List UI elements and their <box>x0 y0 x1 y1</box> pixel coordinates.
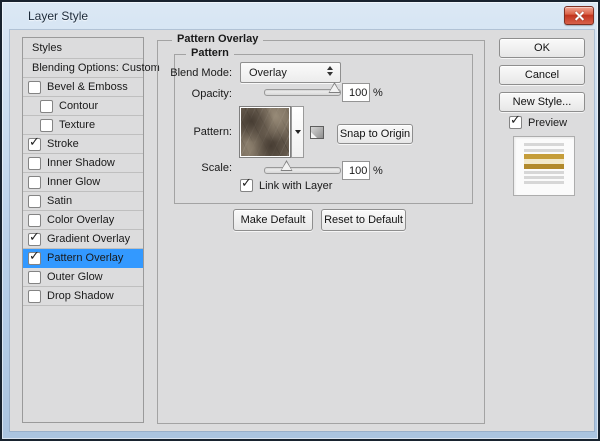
effect-label: Bevel & Emboss <box>47 81 128 93</box>
effect-label: Inner Shadow <box>47 157 115 169</box>
effect-checkbox[interactable] <box>28 214 41 227</box>
sidebar-item-satin[interactable]: Satin <box>23 192 143 211</box>
link-with-layer-label: Link with Layer <box>259 180 332 192</box>
close-button[interactable] <box>564 6 594 25</box>
sidebar-item-color-overlay[interactable]: Color Overlay <box>23 211 143 230</box>
effect-checkbox[interactable]: ✓ <box>28 252 41 265</box>
ok-button[interactable]: OK <box>499 38 585 58</box>
effect-checkbox[interactable] <box>40 119 53 132</box>
new-pattern-icon[interactable] <box>310 126 324 139</box>
effect-checkbox[interactable] <box>28 195 41 208</box>
scale-slider-thumb[interactable] <box>280 160 293 171</box>
sidebar-item-inner-glow[interactable]: Inner Glow <box>23 173 143 192</box>
checkmark-icon: ✓ <box>29 230 40 243</box>
cancel-label: Cancel <box>525 69 559 81</box>
sidebar-item-styles[interactable]: Styles <box>23 38 143 59</box>
reset-to-default-button[interactable]: Reset to Default <box>321 209 406 231</box>
effect-checkbox[interactable] <box>28 290 41 303</box>
effect-checkbox[interactable]: ✓ <box>28 138 41 151</box>
ok-label: OK <box>534 42 550 54</box>
scale-input[interactable] <box>342 161 370 180</box>
sidebar-item-drop-shadow[interactable]: Drop Shadow <box>23 287 143 306</box>
opacity-input[interactable] <box>342 83 370 102</box>
effect-label: Drop Shadow <box>47 290 114 302</box>
close-icon <box>575 11 584 20</box>
new-style-button[interactable]: New Style... <box>499 92 585 112</box>
effect-label: Outer Glow <box>47 271 103 283</box>
make-default-label: Make Default <box>241 214 306 226</box>
new-style-label: New Style... <box>513 96 572 108</box>
effect-label: Contour <box>59 100 98 112</box>
opacity-label: Opacity: <box>122 88 232 100</box>
link-with-layer-row[interactable]: ✓ Link with Layer <box>240 179 332 192</box>
window-title: Layer Style <box>28 9 88 23</box>
cancel-button[interactable]: Cancel <box>499 65 585 85</box>
effect-label: Texture <box>59 119 95 131</box>
layer-style-dialog: Layer Style Styles Blending Options: Cus… <box>0 0 600 441</box>
style-effect-rows: Bevel & Emboss Contour Texture ✓ Stroke … <box>23 78 143 306</box>
make-default-button[interactable]: Make Default <box>233 209 313 231</box>
effect-checkbox[interactable] <box>40 100 53 113</box>
preview-label: Preview <box>528 117 567 129</box>
title-bar[interactable]: Layer Style <box>2 2 598 30</box>
reset-to-default-label: Reset to Default <box>324 214 403 226</box>
effect-label: Stroke <box>47 138 79 150</box>
snap-to-origin-button[interactable]: Snap to Origin <box>337 124 413 144</box>
style-preview-thumbnail <box>513 136 575 196</box>
opacity-unit: % <box>373 87 383 99</box>
preview-checkbox[interactable]: ✓ <box>509 116 522 129</box>
preview-row[interactable]: ✓ Preview <box>509 116 567 129</box>
styles-header-label: Styles <box>32 42 62 54</box>
opacity-slider-thumb[interactable] <box>328 82 341 93</box>
effect-label: Gradient Overlay <box>47 233 130 245</box>
effect-checkbox[interactable] <box>28 81 41 94</box>
snap-to-origin-label: Snap to Origin <box>340 128 410 140</box>
sidebar-item-outer-glow[interactable]: Outer Glow <box>23 268 143 287</box>
link-with-layer-checkbox[interactable]: ✓ <box>240 179 253 192</box>
pattern-picker-button[interactable] <box>291 106 304 158</box>
scale-slider[interactable] <box>264 167 341 174</box>
sidebar-item-pattern-overlay[interactable]: ✓ Pattern Overlay <box>23 249 143 268</box>
effect-checkbox[interactable] <box>28 157 41 170</box>
stepper-icon <box>327 66 333 76</box>
effect-checkbox[interactable] <box>28 271 41 284</box>
effect-label: Inner Glow <box>47 176 100 188</box>
blend-mode-select[interactable]: Overlay <box>240 62 341 83</box>
checkmark-icon: ✓ <box>241 176 252 189</box>
effect-label: Satin <box>47 195 72 207</box>
effect-checkbox[interactable] <box>28 176 41 189</box>
checkmark-icon: ✓ <box>29 249 40 262</box>
chevron-down-icon <box>295 130 301 134</box>
pattern-label: Pattern: <box>122 126 232 138</box>
effect-checkbox[interactable]: ✓ <box>28 233 41 246</box>
effect-label: Pattern Overlay <box>47 252 123 264</box>
dialog-body: Styles Blending Options: Custom Bevel & … <box>10 30 594 431</box>
scale-unit: % <box>373 165 383 177</box>
pattern-group-title: Pattern <box>186 47 234 59</box>
checkmark-icon: ✓ <box>510 113 521 126</box>
blend-mode-value: Overlay <box>249 67 287 79</box>
pattern-thumbnail[interactable] <box>239 106 291 158</box>
scale-label: Scale: <box>122 162 232 174</box>
opacity-slider[interactable] <box>264 89 341 96</box>
pattern-overlay-group-title: Pattern Overlay <box>172 33 263 45</box>
checkmark-icon: ✓ <box>29 135 40 148</box>
sidebar-item-gradient-overlay[interactable]: ✓ Gradient Overlay <box>23 230 143 249</box>
style-preview-stripes <box>524 143 564 189</box>
effect-label: Color Overlay <box>47 214 114 226</box>
blend-mode-label: Blend Mode: <box>122 67 232 79</box>
